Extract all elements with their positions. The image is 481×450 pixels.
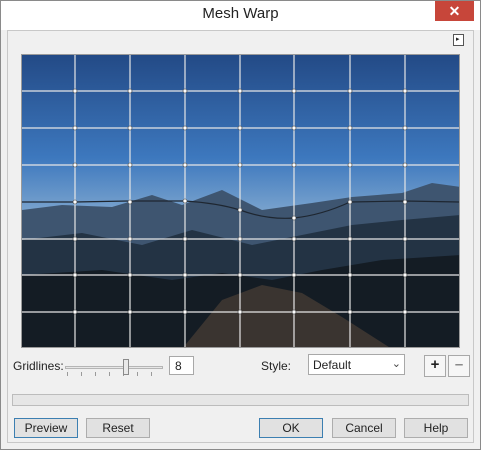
mesh-control-point[interactable] <box>182 162 188 168</box>
window-title: Mesh Warp <box>202 5 279 22</box>
reset-button[interactable]: Reset <box>86 418 150 438</box>
mesh-control-point[interactable] <box>402 125 408 131</box>
mesh-control-point[interactable] <box>347 162 353 168</box>
mesh-control-point[interactable] <box>402 162 408 168</box>
style-label: Style: <box>261 359 292 373</box>
mesh-control-point[interactable] <box>402 236 408 242</box>
mesh-control-point[interactable] <box>291 88 297 94</box>
mesh-control-point[interactable] <box>237 88 243 94</box>
slider-thumb[interactable] <box>123 359 129 375</box>
expand-arrow-icon: ▸ <box>456 36 460 43</box>
style-selected-value: Default <box>313 358 352 372</box>
mesh-control-point[interactable] <box>182 272 188 278</box>
slider-tick <box>137 372 138 376</box>
mesh-control-point[interactable] <box>402 272 408 278</box>
gridlines-slider[interactable] <box>65 358 163 378</box>
title-bar: Mesh Warp ✕ <box>1 1 480 30</box>
mesh-control-point[interactable] <box>182 125 188 131</box>
mesh-control-point[interactable] <box>402 309 408 315</box>
mesh-control-point[interactable] <box>237 309 243 315</box>
chevron-down-icon: ⌄ <box>391 358 401 370</box>
mesh-control-point[interactable] <box>347 125 353 131</box>
style-dropdown[interactable]: Default ⌄ <box>308 354 405 375</box>
mesh-control-point[interactable] <box>182 198 188 204</box>
mesh-control-point[interactable] <box>237 207 243 213</box>
mesh-control-point[interactable] <box>127 162 133 168</box>
image-preview[interactable] <box>21 54 460 348</box>
slider-tick <box>109 372 110 376</box>
mesh-control-point[interactable] <box>127 272 133 278</box>
close-button[interactable]: ✕ <box>435 1 474 21</box>
add-gridline-button[interactable]: + <box>424 355 446 377</box>
mesh-control-point[interactable] <box>291 162 297 168</box>
help-button[interactable]: Help <box>404 418 468 438</box>
progress-bar <box>12 394 469 406</box>
mesh-control-point[interactable] <box>291 236 297 242</box>
mesh-control-point[interactable] <box>237 162 243 168</box>
expand-button[interactable]: ▸ <box>453 34 464 46</box>
mesh-control-point[interactable] <box>291 309 297 315</box>
mesh-control-point[interactable] <box>127 309 133 315</box>
mesh-control-point[interactable] <box>72 162 78 168</box>
mesh-control-point[interactable] <box>182 236 188 242</box>
mesh-control-point[interactable] <box>402 199 408 205</box>
mesh-warp-dialog: Mesh Warp ✕ ▸ Gridlines: 8 Style: Defaul… <box>0 0 481 450</box>
mesh-control-point[interactable] <box>237 272 243 278</box>
mesh-control-point[interactable] <box>237 236 243 242</box>
cancel-button[interactable]: Cancel <box>332 418 396 438</box>
mesh-control-point[interactable] <box>127 88 133 94</box>
mesh-control-point[interactable] <box>182 88 188 94</box>
mesh-control-point[interactable] <box>347 88 353 94</box>
mesh-control-point[interactable] <box>72 88 78 94</box>
slider-tick <box>151 372 152 376</box>
mesh-control-point[interactable] <box>72 272 78 278</box>
remove-gridline-button[interactable]: – <box>448 355 470 377</box>
mesh-control-point[interactable] <box>291 272 297 278</box>
mesh-control-point[interactable] <box>347 199 353 205</box>
gridlines-value-field[interactable]: 8 <box>169 356 194 375</box>
mesh-control-point[interactable] <box>72 199 78 205</box>
mesh-control-point[interactable] <box>402 88 408 94</box>
slider-track <box>65 366 163 369</box>
mesh-control-point[interactable] <box>182 309 188 315</box>
mesh-control-point[interactable] <box>291 125 297 131</box>
mesh-control-point[interactable] <box>127 125 133 131</box>
slider-tick <box>67 372 68 376</box>
mesh-control-point[interactable] <box>72 236 78 242</box>
mesh-control-point[interactable] <box>347 236 353 242</box>
mesh-control-point[interactable] <box>291 215 297 221</box>
ok-button[interactable]: OK <box>259 418 323 438</box>
preview-canvas[interactable] <box>22 55 460 348</box>
slider-tick <box>95 372 96 376</box>
mesh-control-point[interactable] <box>72 309 78 315</box>
mesh-control-point[interactable] <box>127 236 133 242</box>
gridlines-label: Gridlines: <box>13 359 64 373</box>
slider-tick <box>81 372 82 376</box>
preview-button[interactable]: Preview <box>14 418 78 438</box>
close-icon: ✕ <box>448 3 461 19</box>
mesh-control-point[interactable] <box>347 272 353 278</box>
mesh-control-point[interactable] <box>237 125 243 131</box>
mesh-control-point[interactable] <box>72 125 78 131</box>
mesh-control-point[interactable] <box>347 309 353 315</box>
mesh-control-point[interactable] <box>127 199 133 205</box>
